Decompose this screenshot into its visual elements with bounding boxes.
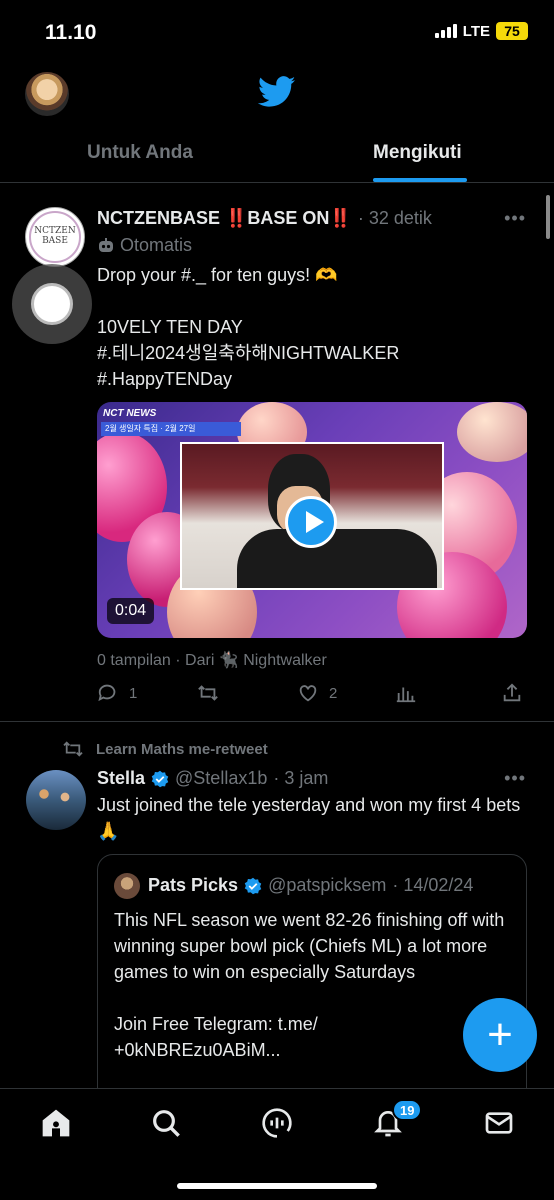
quoted-text: This NFL season we went 82-26 finishing … [114,910,505,1060]
retweet-button[interactable] [197,682,229,704]
robot-icon [99,237,113,252]
bottom-nav: 19 [0,1088,554,1200]
tab-following[interactable]: Mengikuti [373,142,462,164]
home-indicator [177,1183,377,1189]
quoted-avatar [114,873,140,899]
profile-avatar[interactable] [25,72,69,116]
author-name[interactable]: NCTZENBASE ‼️BASE ON‼️ [97,208,352,229]
compose-tweet-button[interactable]: + [463,998,537,1072]
retweeted-by[interactable]: Learn Maths me-retweet [96,741,268,758]
retweet-icon [63,741,83,757]
tweet-avatar[interactable]: NCTZEN BASE [25,207,85,267]
heart-icon [299,685,317,702]
timeline-tabs: Untuk Anda Mengikuti [0,128,554,183]
retweet-context: Learn Maths me-retweet [62,740,268,758]
like-count: 2 [329,684,338,702]
tweet-video[interactable]: NCT NEWS 2월 생일자 특집 · 2월 27일 0:04 [97,402,527,638]
tweet-header: Stella @Stellax1b · 3 jam [97,768,328,789]
twitter-bird-icon[interactable] [258,76,296,108]
like-button[interactable]: 2 [297,682,337,704]
quoted-author-name: Pats Picks [148,875,239,895]
status-time: 11.10 [45,21,97,44]
share-button[interactable] [501,682,523,704]
assistive-touch-button[interactable] [12,264,92,344]
tweet-time: · 3 jam [273,768,329,788]
verified-badge-icon [151,770,169,787]
share-icon [503,683,521,702]
status-indicators: LTE 75 [434,22,528,40]
reply-button[interactable]: 1 [97,682,137,704]
tweet-text: Just joined the tele yesterday and won m… [97,795,521,841]
signal-icon [434,24,457,38]
home-icon[interactable] [40,1107,72,1139]
video-logo: NCT NEWS [103,408,157,419]
author-name[interactable]: Stella [97,768,145,789]
more-options-icon[interactable]: ••• [504,768,526,789]
analytics-icon [396,687,416,703]
spaces-icon[interactable] [261,1107,293,1139]
tweet[interactable]: NCTZEN BASE NCTZENBASE ‼️BASE ON‼️ · 32 … [0,192,554,722]
retweet-icon [198,685,218,701]
search-icon[interactable] [150,1107,182,1139]
reply-icon [98,684,116,702]
network-type: LTE [462,22,490,40]
verified-badge-icon [244,877,262,894]
play-button[interactable] [285,496,337,548]
tab-for-you[interactable]: Untuk Anda [87,142,193,164]
view-count: 0 tampilan · Dari 🐈‍⬛ Nightwalker [97,652,327,669]
tweet-avatar[interactable] [26,770,86,830]
messages-icon[interactable] [483,1107,515,1139]
tweet-time: · 32 detik [357,208,432,228]
quoted-tweet[interactable]: Pats Picks @patspicksem · 14/02/24 This … [97,854,527,1114]
more-options-icon[interactable]: ••• [504,208,526,229]
active-tab-indicator [373,178,467,182]
battery-level: 75 [496,22,528,40]
status-bar: 11.10 LTE 75 [0,0,554,64]
quoted-time: · 14/02/24 [392,875,474,895]
automated-text: Otomatis [120,235,193,255]
tweet-header: NCTZENBASE ‼️BASE ON‼️ · 32 detik [97,208,432,229]
tweet-text: Drop your #._ for ten guys! 🫶 10VELY TEN… [97,265,400,389]
notification-badge: 19 [392,1099,423,1121]
automated-label: Otomatis [97,235,192,256]
video-duration: 0:04 [107,598,155,624]
author-handle[interactable]: @Stellax1b [175,768,267,789]
avatar-text-line: BASE [42,236,68,246]
video-caption-strip: 2월 생일자 특집 · 2월 27일 [101,422,241,436]
reply-count: 1 [129,684,138,702]
tweet-actions: 1 2 [97,682,527,706]
quoted-handle: @patspicksem [268,875,387,895]
quoted-header: Pats Picks @patspicksem · 14/02/24 [148,875,473,896]
analytics-button[interactable] [395,682,417,704]
